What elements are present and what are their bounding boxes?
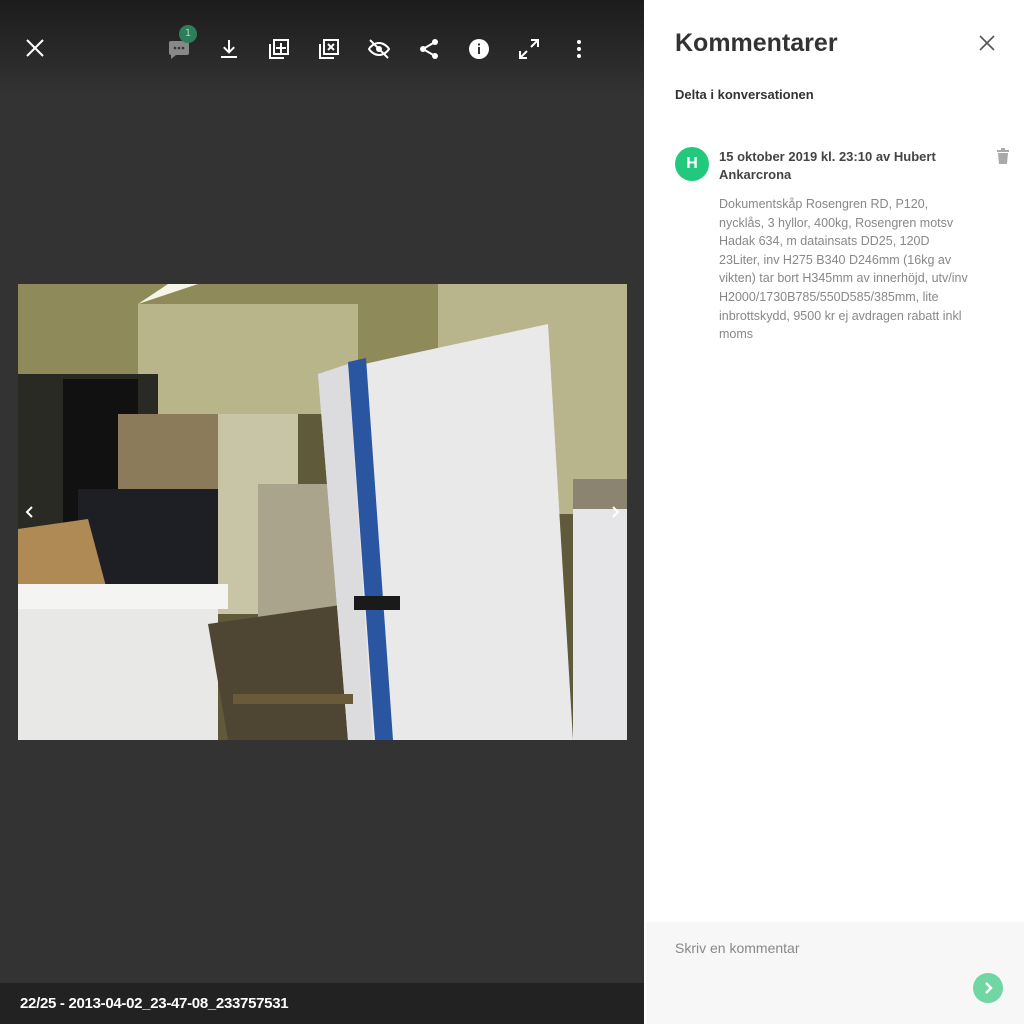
comments-panel: Kommentarer Delta i konversationen H 15 … [644, 0, 1024, 1024]
comment-count-badge: 1 [179, 25, 197, 43]
comments-button[interactable]: 1 [161, 25, 197, 67]
share-button[interactable] [411, 31, 447, 67]
close-viewer-button[interactable] [17, 30, 53, 66]
fullscreen-button[interactable] [511, 31, 547, 67]
image-title: 22/25 - 2013-04-02_23-47-08_233757531 [20, 995, 289, 1012]
viewer-toolbar: 1 [0, 0, 644, 96]
hide-icon [367, 39, 391, 59]
comment-body: Dokumentskåp Rosengren RD, P120, nycklås… [719, 197, 968, 342]
close-icon [979, 35, 995, 51]
trash-icon [997, 148, 1009, 164]
photo [18, 284, 627, 740]
info-button[interactable] [461, 31, 497, 67]
delete-comment-button[interactable] [996, 148, 1010, 164]
chevron-right-icon [612, 506, 620, 518]
close-panel-button[interactable] [974, 30, 1000, 56]
info-icon [469, 39, 489, 59]
panel-title: Kommentarer [675, 29, 838, 57]
panel-subtitle: Delta i konversationen [675, 87, 814, 102]
next-image-button[interactable] [603, 500, 627, 524]
hide-button[interactable] [361, 31, 397, 67]
chevron-right-icon [985, 982, 993, 994]
chevron-left-icon [25, 506, 33, 518]
avatar: H [675, 147, 709, 181]
more-icon [577, 40, 581, 58]
warehouse-photo [18, 284, 627, 740]
remove-from-album-icon [319, 39, 339, 59]
comment-meta: 15 oktober 2019 kl. 23:10 av Hubert Anka… [719, 149, 936, 182]
close-icon [26, 39, 44, 57]
comment-input[interactable] [675, 940, 975, 956]
add-to-album-icon [269, 39, 289, 59]
remove-from-album-button[interactable] [311, 31, 347, 67]
viewer-footer: 22/25 - 2013-04-02_23-47-08_233757531 [0, 983, 644, 1024]
comment-composer [646, 922, 1024, 1024]
previous-image-button[interactable] [18, 500, 42, 524]
fullscreen-icon [519, 39, 539, 59]
share-icon [420, 39, 438, 59]
download-icon [221, 40, 237, 58]
image-viewer: 1 22/25 - 2013-04-02_23-47-08_233757531 [0, 0, 644, 1024]
send-comment-button[interactable] [973, 973, 1003, 1003]
add-to-album-button[interactable] [261, 31, 297, 67]
download-button[interactable] [211, 31, 247, 67]
more-button[interactable] [561, 31, 597, 67]
